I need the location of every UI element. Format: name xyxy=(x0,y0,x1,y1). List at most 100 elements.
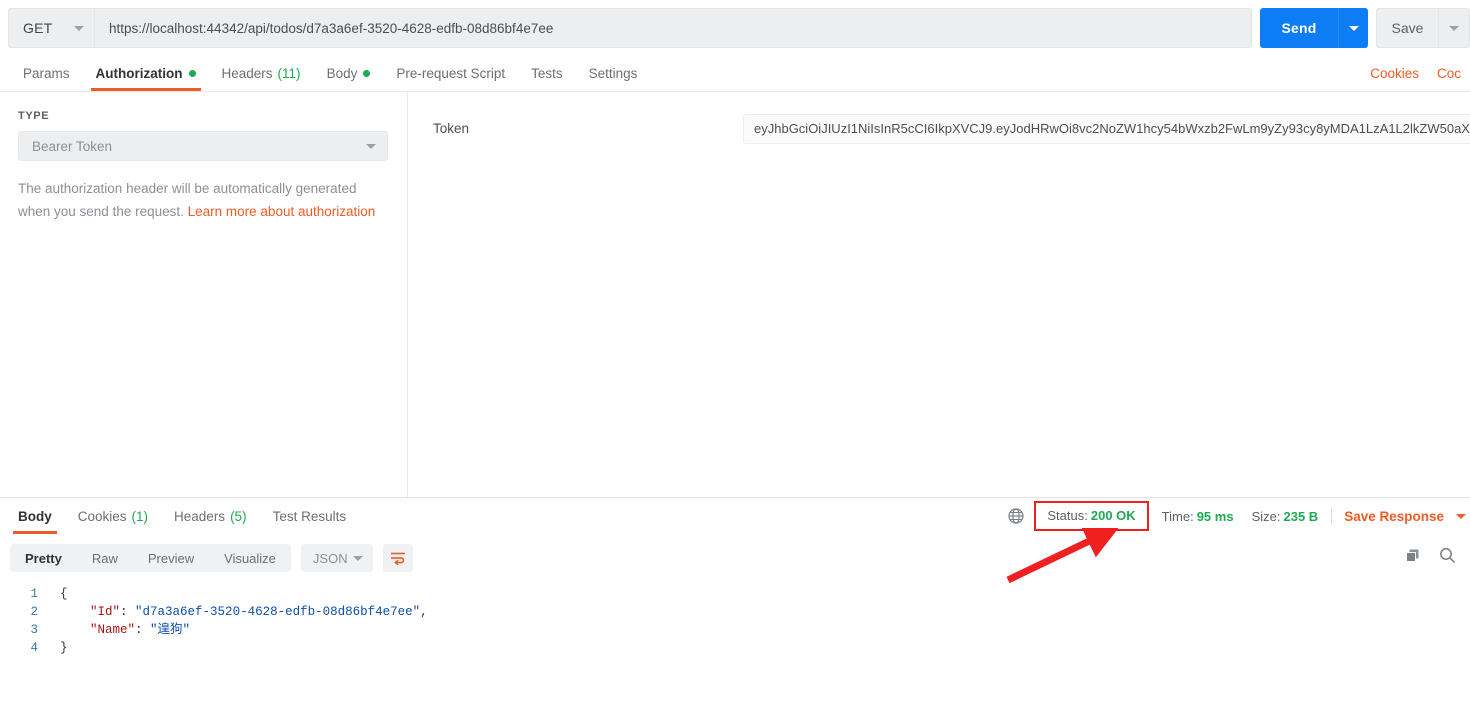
status-value: 200 OK xyxy=(1090,508,1136,523)
size-text: Size: 235 B xyxy=(1243,509,1328,524)
active-indicator-dot xyxy=(363,69,371,77)
line-number: 2 xyxy=(30,605,38,619)
format-visualize[interactable]: Visualize xyxy=(209,544,291,572)
format-preview[interactable]: Preview xyxy=(133,544,209,572)
token-label: Token xyxy=(433,121,470,136)
auth-type-pane: TYPE Bearer Token The authorization head… xyxy=(0,92,408,497)
request-tabs: Params Authorization Headers (11) Body P… xyxy=(0,56,1470,92)
size-value: 235 B xyxy=(1283,508,1319,524)
line-number: 4 xyxy=(30,641,38,655)
save-response-button[interactable]: Save Response xyxy=(1336,509,1452,524)
code-link[interactable]: Coc xyxy=(1428,66,1470,81)
tab-authorization[interactable]: Authorization xyxy=(83,55,209,91)
response-tool-icons xyxy=(1405,547,1470,569)
response-tab-headers[interactable]: Headers (5) xyxy=(161,498,260,534)
code-line: } xyxy=(60,639,1470,657)
time-value: 95 ms xyxy=(1196,508,1234,524)
tab-label: Tests xyxy=(531,65,563,81)
response-tab-body[interactable]: Body xyxy=(5,498,65,534)
response-format-toolbar: Pretty Raw Preview Visualize JSON xyxy=(0,538,1470,578)
response-meta-bar: Status: 200 OK Time: 95 ms Size: 235 B Save… xyxy=(1008,498,1470,534)
chevron-down-icon xyxy=(366,143,376,149)
tab-label: Params xyxy=(23,65,70,81)
send-options-button[interactable] xyxy=(1338,8,1368,48)
cookies-link[interactable]: Cookies xyxy=(1361,66,1428,81)
tab-label: Cookies xyxy=(77,508,127,524)
token-input[interactable]: eyJhbGciOiJIUzI1NiIsInR5cCI6IkpXVCJ9.eyJ… xyxy=(743,114,1470,144)
code-token: { xyxy=(60,587,68,601)
tab-count: (5) xyxy=(230,508,247,524)
url-input[interactable]: https://localhost:44342/api/todos/d7a3a6… xyxy=(95,8,1252,48)
postman-window: GET https://localhost:44342/api/todos/d7… xyxy=(0,0,1470,714)
tab-label: Headers xyxy=(221,65,273,81)
tab-label: Body xyxy=(326,65,358,81)
language-select[interactable]: JSON xyxy=(300,544,373,572)
save-button-group: Save xyxy=(1376,8,1470,48)
size-label: Size: xyxy=(1251,508,1281,524)
word-wrap-button[interactable] xyxy=(382,544,413,572)
code-line: "Name": "遑狗" xyxy=(60,621,1470,639)
auth-type-heading: TYPE xyxy=(18,110,50,122)
copy-icon[interactable] xyxy=(1405,548,1421,569)
response-tabs: Body Cookies (1) Headers (5) Test Result… xyxy=(0,498,1470,534)
tab-label: Body xyxy=(18,508,52,524)
code-token: "遑狗" xyxy=(150,623,191,637)
globe-icon[interactable] xyxy=(1008,508,1024,524)
tab-pre-request-script[interactable]: Pre-request Script xyxy=(383,55,518,91)
auth-type-select[interactable]: Bearer Token xyxy=(18,131,388,161)
code-token: "d7a3a6ef-3520-4628-edfb-08d86bf4e7ee" xyxy=(135,605,421,619)
code-content: { "Id": "d7a3a6ef-3520-4628-edfb-08d86bf… xyxy=(60,580,1470,714)
time-text: Time: 95 ms xyxy=(1153,509,1243,524)
language-value: JSON xyxy=(312,550,348,566)
code-token: } xyxy=(60,641,68,655)
save-button[interactable]: Save xyxy=(1376,8,1438,48)
code-fold-column xyxy=(46,580,60,714)
code-line: { xyxy=(60,585,1470,603)
response-body-viewer[interactable]: 1 2 3 4 { "Id": "d7a3a6ef-3520-4628-edfb… xyxy=(0,580,1470,714)
chevron-down-icon xyxy=(352,555,363,561)
auth-help-text: The authorization header will be automat… xyxy=(18,177,378,223)
chevron-down-icon xyxy=(1348,25,1359,31)
active-indicator-dot xyxy=(188,69,196,77)
line-number: 3 xyxy=(30,623,38,637)
auth-type-value: Bearer Token xyxy=(32,138,113,154)
chevron-down-icon[interactable] xyxy=(1456,513,1466,519)
tab-label: Authorization xyxy=(95,65,183,81)
line-number: 1 xyxy=(30,587,38,601)
send-button[interactable]: Send xyxy=(1260,8,1338,48)
save-options-button[interactable] xyxy=(1438,8,1470,48)
tab-count: (1) xyxy=(131,508,149,524)
token-row: Token eyJhbGciOiJIUzI1NiIsInR5cCI6IkpXVC… xyxy=(408,114,1470,144)
tab-label: Pre-request Script xyxy=(396,65,506,81)
meta-divider xyxy=(1331,507,1333,525)
format-pretty[interactable]: Pretty xyxy=(10,544,77,572)
learn-more-link[interactable]: Learn more about authorization xyxy=(188,204,376,219)
authorization-panel: TYPE Bearer Token The authorization head… xyxy=(0,92,1470,497)
response-tab-test-results[interactable]: Test Results xyxy=(260,498,360,534)
line-number-gutter: 1 2 3 4 xyxy=(0,580,46,714)
code-token: : xyxy=(135,623,151,637)
tab-tests[interactable]: Tests xyxy=(518,55,576,91)
time-label: Time: xyxy=(1161,508,1194,524)
code-token: "Name" xyxy=(90,623,136,637)
status-highlight-box: Status: 200 OK xyxy=(1034,501,1149,531)
status-label: Status: xyxy=(1047,508,1088,523)
http-method-select[interactable]: GET xyxy=(8,8,95,48)
chevron-down-icon xyxy=(74,25,84,31)
request-url-bar: GET https://localhost:44342/api/todos/d7… xyxy=(0,0,1470,56)
tab-body[interactable]: Body xyxy=(314,55,384,91)
status-text: Status: 200 OK xyxy=(1047,508,1135,523)
tab-params[interactable]: Params xyxy=(10,55,83,91)
format-raw[interactable]: Raw xyxy=(77,544,133,572)
response-tab-cookies[interactable]: Cookies (1) xyxy=(65,498,161,534)
tab-label: Headers xyxy=(174,508,226,524)
tab-headers[interactable]: Headers (11) xyxy=(209,55,314,91)
tab-count: (11) xyxy=(277,65,301,81)
search-icon[interactable] xyxy=(1439,547,1456,569)
auth-token-pane: Token eyJhbGciOiJIUzI1NiIsInR5cCI6IkpXVC… xyxy=(408,92,1470,497)
tab-settings[interactable]: Settings xyxy=(576,55,651,91)
format-mode-group: Pretty Raw Preview Visualize xyxy=(10,544,291,572)
tab-label: Test Results xyxy=(272,508,347,524)
